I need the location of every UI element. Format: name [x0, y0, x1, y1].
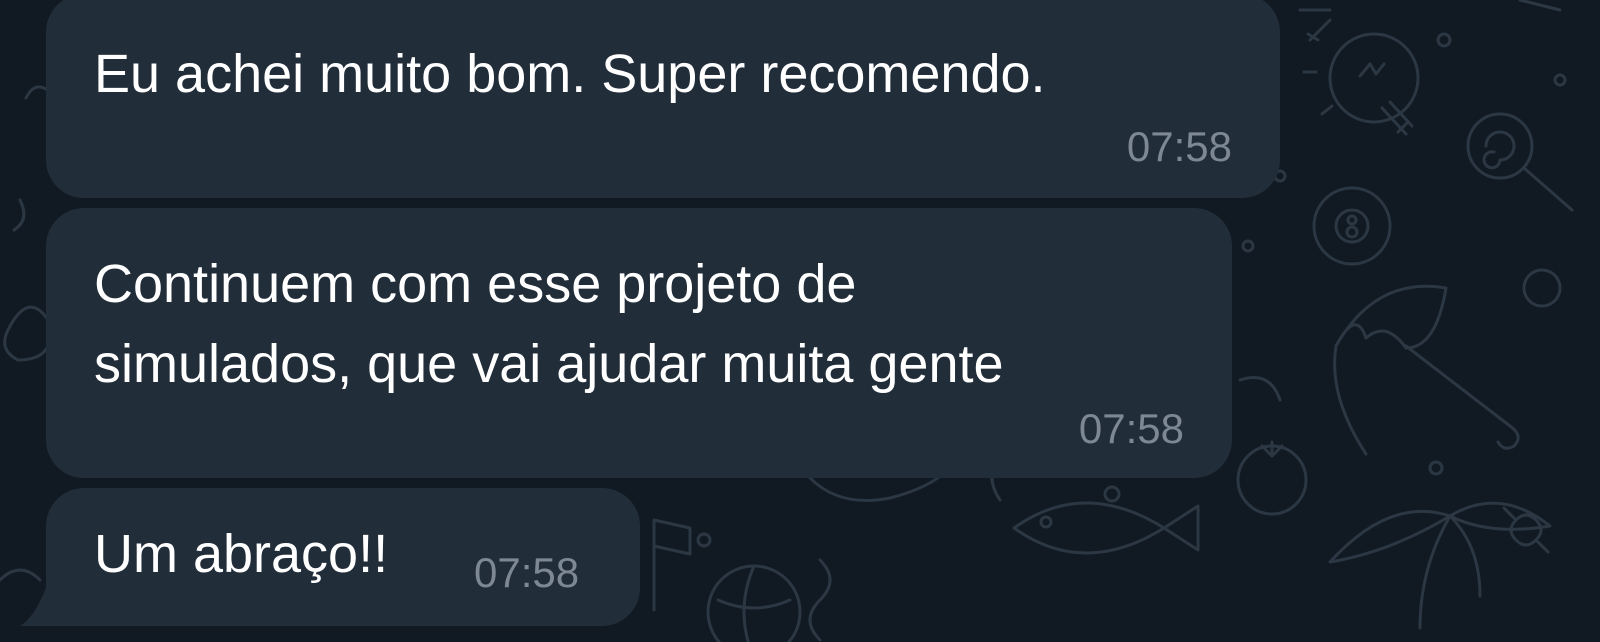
- message-bubble[interactable]: Continuem com esse projeto de simulados,…: [46, 208, 1232, 478]
- message-timestamp: 07:58: [474, 549, 580, 596]
- message-text: Continuem com esse projeto de simulados,…: [94, 244, 1004, 404]
- message-list: Eu achei muito bom. Super recomendo. 07:…: [0, 0, 1600, 642]
- message-text-line: Continuem com esse projeto de: [94, 254, 857, 314]
- message-text-line: simulados, que vai ajudar muita gente: [94, 334, 1004, 394]
- message-timestamp: 07:58: [1126, 123, 1232, 170]
- message-text: Um abraço!!: [94, 524, 389, 584]
- message-bubble[interactable]: Um abraço!! 07:58: [46, 488, 640, 626]
- message-bubble[interactable]: Eu achei muito bom. Super recomendo. 07:…: [46, 0, 1280, 198]
- message-text: Eu achei muito bom. Super recomendo.: [94, 44, 1046, 104]
- message-timestamp: 07:58: [1078, 405, 1184, 452]
